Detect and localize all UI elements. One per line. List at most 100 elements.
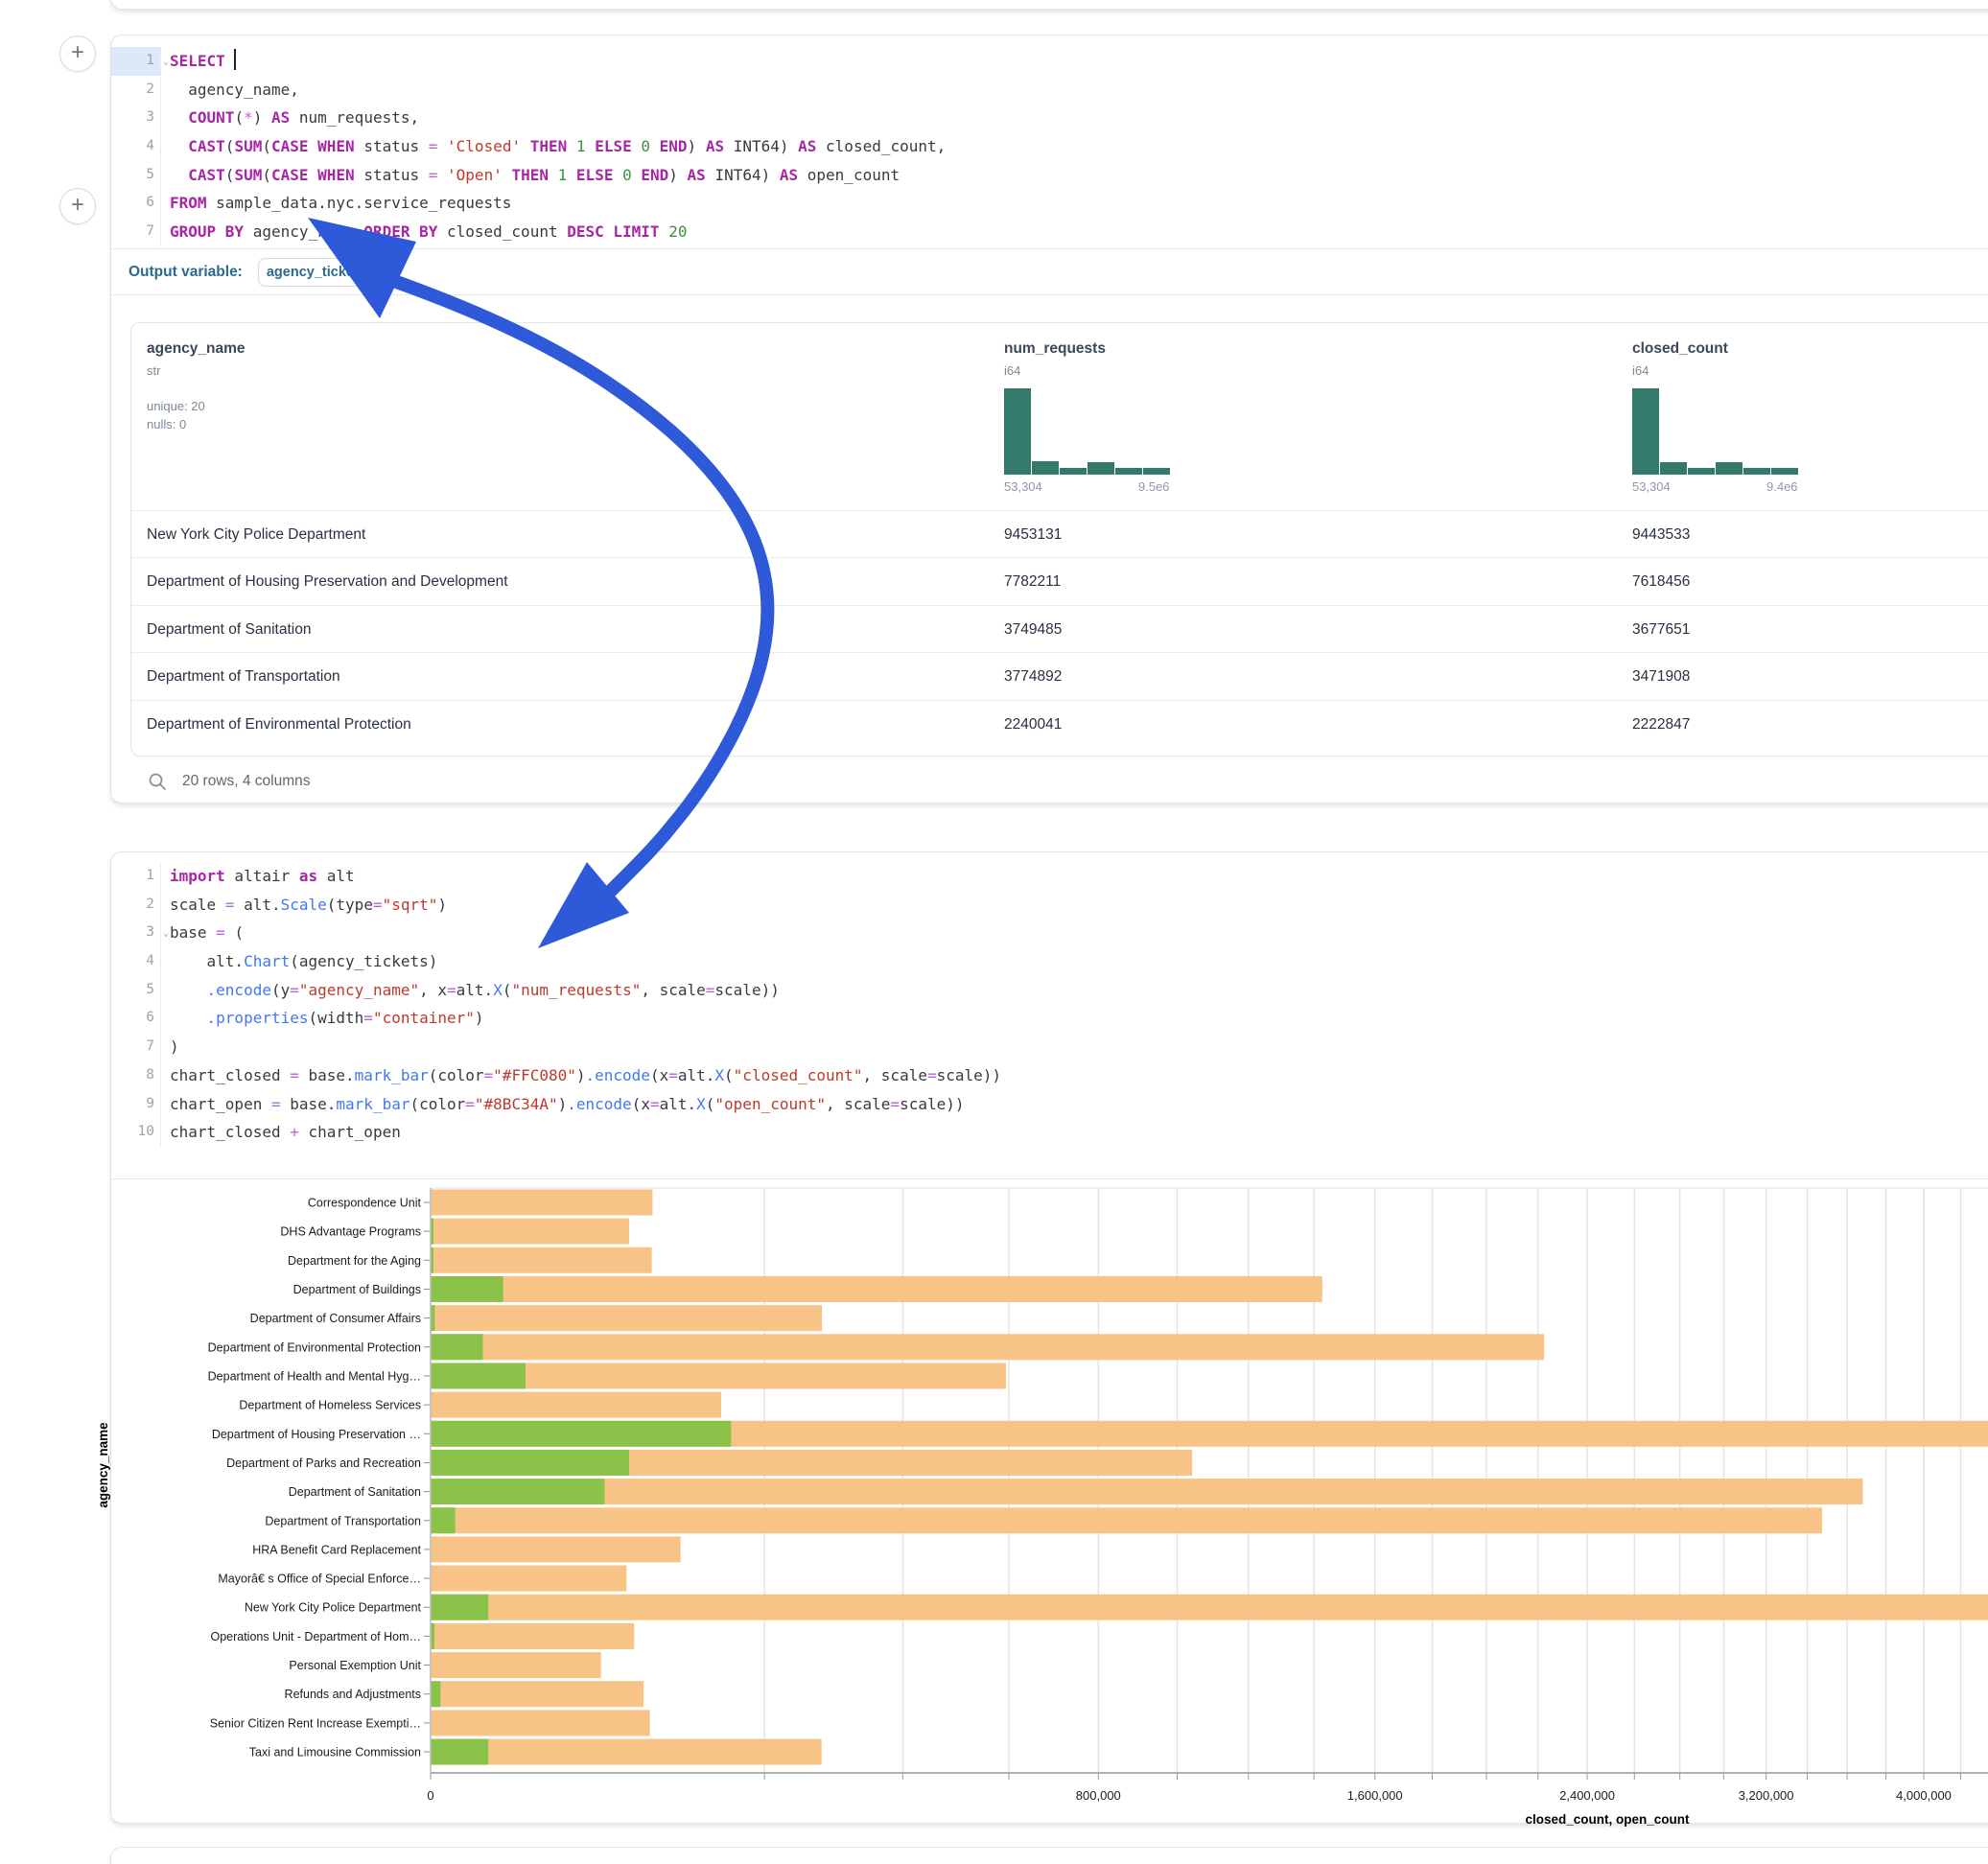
bar-closed-count (432, 1219, 630, 1245)
altair-bar-chart: Correspondence Unit DHS Advantage Program… (111, 852, 1988, 1825)
bar-open-count (432, 1623, 434, 1649)
x-tick-label: 800,000 (1076, 1788, 1121, 1803)
code-line: 5 CAST(SUM(CASE WHEN status = 'Open' THE… (111, 161, 1988, 190)
cell-value: 9453131 (1004, 511, 1062, 558)
bar-closed-count (432, 1623, 635, 1649)
column-histogram (1632, 388, 1798, 475)
bar-closed-count (432, 1247, 652, 1273)
bar-open-count (432, 1739, 489, 1765)
cell-value: 9443533 (1632, 511, 1690, 558)
table-footer: 20 rows, 4 columns (148, 772, 311, 791)
bar-closed-count (432, 1739, 822, 1765)
y-axis-label: Refunds and Adjustments (285, 1688, 421, 1701)
cell-value: 7782211 (1004, 558, 1061, 605)
notebook-page: { "colors": { "accent_blue_arrow": "#2e5… (0, 0, 1988, 1864)
bar-closed-count (432, 1507, 1823, 1533)
code-line: 2 agency_name, (111, 76, 1988, 105)
table-row: New York City Police Department 9453131 94… (131, 510, 1988, 557)
search-icon[interactable] (148, 772, 167, 791)
y-axis-label: Department for the Aging (288, 1254, 421, 1268)
code-line: 4 CAST(SUM(CASE WHEN status = 'Closed' T… (111, 132, 1988, 161)
cell-agency-name: Department of Environmental Protection (147, 701, 411, 748)
y-axis-label: Department of Buildings (293, 1283, 421, 1296)
bar-closed-count (432, 1710, 650, 1736)
column-header-agency_name[interactable]: agency_namestrunique: 20nulls: 0 (147, 340, 246, 433)
cell-agency-name: New York City Police Department (147, 511, 365, 558)
x-tick-label: 2,400,000 (1559, 1788, 1615, 1803)
y-axis-label: Department of Parks and Recreation (226, 1456, 421, 1470)
output-variable-pill[interactable]: agency_tickets (258, 258, 372, 287)
code-line: 6FROM sample_data.nyc.service_requests (111, 189, 1988, 218)
bar-closed-count (432, 1479, 1863, 1504)
cell-value: 3471908 (1632, 653, 1690, 700)
histogram-range-labels: 53,3049.5e6 (1004, 479, 1196, 494)
column-header-num_requests[interactable]: num_requestsi64 (1004, 340, 1106, 378)
cell-value: 2222847 (1632, 701, 1690, 748)
text-cursor (234, 49, 236, 70)
y-axis-label: Department of Health and Mental Hyg… (208, 1369, 421, 1383)
result-table: agency_namestrunique: 20nulls: 0 num_requ… (130, 322, 1988, 757)
y-axis-label: Department of Consumer Affairs (250, 1312, 421, 1325)
table-row: Department of Transportation377489234719… (131, 652, 1988, 699)
y-axis-label: Department of Homeless Services (239, 1399, 421, 1412)
y-axis-label: DHS Advantage Programs (280, 1225, 421, 1239)
cell-agency-name: Department of Housing Preservation and D… (147, 558, 508, 605)
bar-open-count (432, 1305, 435, 1331)
bar-open-count (432, 1450, 630, 1476)
y-axis-label: Department of Sanitation (289, 1485, 421, 1499)
output-variable-label: Output variable: (129, 264, 243, 281)
bar-open-count (432, 1334, 483, 1360)
bar-open-count (432, 1681, 441, 1707)
column-header-closed_count[interactable]: closed_counti64 (1632, 340, 1728, 378)
previous-cell-stub (110, 0, 1988, 10)
bar-open-count (432, 1479, 605, 1504)
x-tick-label: 4,000,000 (1896, 1788, 1952, 1803)
cell-value: 3677651 (1632, 606, 1690, 653)
cell-agency-name: Department of Sanitation (147, 606, 311, 653)
bar-open-count (432, 1363, 526, 1388)
bar-closed-count (432, 1190, 653, 1216)
y-axis-label: Operations Unit - Department of Hom… (210, 1630, 421, 1643)
cell-value: 7618456 (1632, 558, 1690, 605)
cell-value: 2240041 (1004, 701, 1062, 748)
bar-closed-count (432, 1536, 681, 1562)
bar-closed-count (432, 1566, 627, 1592)
cell-value: 3749485 (1004, 606, 1062, 653)
bar-closed-count (432, 1305, 823, 1331)
x-tick-label: 3,200,000 (1739, 1788, 1794, 1803)
histogram-range-labels: 53,3049.4e6 (1632, 479, 1824, 494)
collapse-chevron-icon[interactable]: ⌄ (163, 920, 169, 948)
bar-open-count (432, 1507, 456, 1533)
add-cell-button-output[interactable]: + (59, 188, 96, 224)
bar-closed-count (432, 1392, 722, 1418)
bar-open-count (432, 1276, 503, 1302)
table-row: Department of Environmental Protection 22… (131, 700, 1988, 747)
bar-closed-count (432, 1276, 1322, 1302)
collapse-chevron-icon[interactable]: ⌄ (163, 48, 169, 77)
y-axis-label: Taxi and Limousine Commission (249, 1746, 421, 1759)
y-axis-label: Department of Housing Preservation … (212, 1428, 421, 1441)
x-tick-label: 0 (427, 1788, 433, 1803)
bar-open-count (432, 1247, 433, 1273)
y-axis-label: Senior Citizen Rent Increase Exempti… (210, 1716, 421, 1730)
y-axis-label: Department of Environmental Protection (208, 1340, 421, 1354)
cell-value: 3774892 (1004, 653, 1062, 700)
bar-closed-count (432, 1334, 1545, 1360)
code-line: 1⌄SELECT (111, 47, 1988, 76)
y-axis-label: Personal Exemption Unit (289, 1659, 421, 1672)
y-axis-label: New York City Police Department (245, 1601, 422, 1615)
y-axis-label: HRA Benefit Card Replacement (252, 1543, 421, 1556)
y-axis-title: agency_name (96, 1422, 110, 1508)
y-axis-label: Department of Transportation (265, 1514, 421, 1527)
y-axis-label: Mayorâ€ s Office of Special Enforce… (218, 1573, 421, 1586)
sql-code-editor[interactable]: 1⌄SELECT 2 agency_name,3 COUNT(*) AS num… (111, 35, 1988, 246)
cell-divider (111, 294, 1988, 295)
column-histogram (1004, 388, 1170, 475)
bar-open-count (432, 1421, 732, 1447)
add-cell-button-top[interactable]: + (59, 35, 96, 72)
bar-closed-count (432, 1681, 644, 1707)
y-axis-label: Correspondence Unit (308, 1197, 422, 1210)
x-tick-label: 1,600,000 (1347, 1788, 1403, 1803)
code-line: 3 COUNT(*) AS num_requests, (111, 104, 1988, 132)
next-cell-stub (110, 1847, 1988, 1864)
